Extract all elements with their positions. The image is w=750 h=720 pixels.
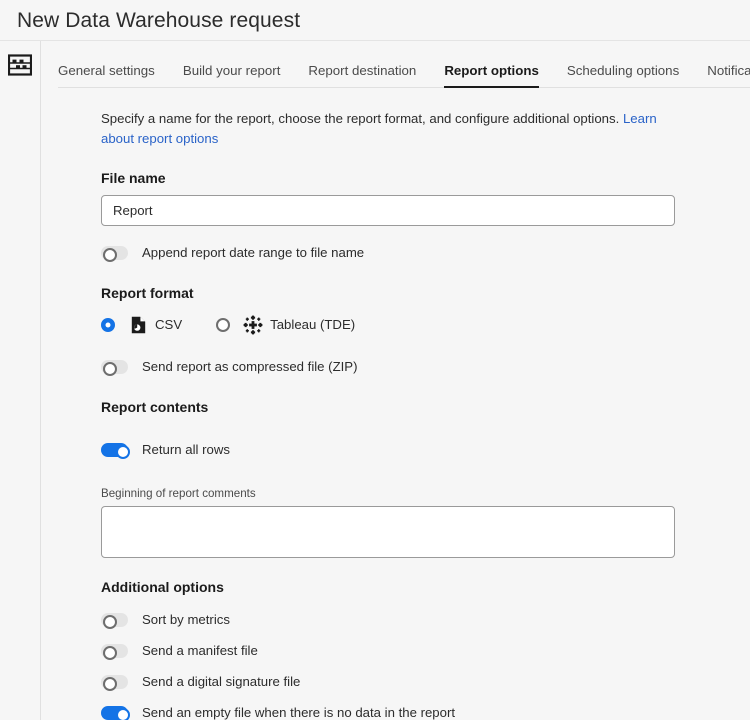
send-empty-file-toggle[interactable] xyxy=(101,706,128,720)
csv-radio-button[interactable] xyxy=(101,318,115,332)
file-name-input[interactable] xyxy=(101,195,675,226)
report-format-heading: Report format xyxy=(101,285,750,301)
report-options-panel: Specify a name for the report, choose th… xyxy=(41,88,750,720)
app-shell: General settings Build your report Repor… xyxy=(0,41,750,720)
tab-bar: General settings Build your report Repor… xyxy=(41,41,750,88)
abacus-icon[interactable] xyxy=(7,53,33,77)
sort-by-metrics-label: Sort by metrics xyxy=(142,613,230,626)
additional-options-heading: Additional options xyxy=(101,579,750,595)
tableau-icon xyxy=(243,314,263,336)
panel-description: Specify a name for the report, choose th… xyxy=(101,109,673,149)
send-empty-file-toggle-row[interactable]: Send an empty file when there is no data… xyxy=(101,702,750,720)
sort-by-metrics-toggle[interactable] xyxy=(101,613,128,627)
window-titlebar: New Data Warehouse request xyxy=(0,0,750,41)
tab-general-settings[interactable]: General settings xyxy=(58,64,155,88)
csv-label: CSV xyxy=(155,318,182,331)
toggle-knob xyxy=(103,646,117,660)
compressed-zip-toggle-row[interactable]: Send report as compressed file (ZIP) xyxy=(101,356,750,378)
toggle-knob xyxy=(116,708,130,720)
report-format-option-csv[interactable]: CSV xyxy=(101,314,182,336)
page-title: New Data Warehouse request xyxy=(17,10,300,31)
send-digital-signature-toggle-row[interactable]: Send a digital signature file xyxy=(101,671,750,693)
report-format-radio-group: CSV xyxy=(101,313,750,337)
toggle-knob xyxy=(103,248,117,262)
toggle-knob xyxy=(103,677,117,691)
toggle-knob xyxy=(116,445,130,459)
return-all-rows-toggle[interactable] xyxy=(101,443,128,457)
report-contents-heading: Report contents xyxy=(101,399,750,415)
left-rail xyxy=(0,41,41,720)
file-name-heading: File name xyxy=(101,170,750,186)
sort-by-metrics-toggle-row[interactable]: Sort by metrics xyxy=(101,609,750,631)
panel-description-text: Specify a name for the report, choose th… xyxy=(101,111,623,126)
send-digital-signature-toggle[interactable] xyxy=(101,675,128,689)
return-all-rows-label: Return all rows xyxy=(142,443,230,456)
append-date-range-toggle-row[interactable]: Append report date range to file name xyxy=(101,242,750,264)
toggle-knob xyxy=(103,362,117,376)
report-comments-label: Beginning of report comments xyxy=(101,487,750,500)
send-manifest-file-toggle-row[interactable]: Send a manifest file xyxy=(101,640,750,662)
append-date-range-label: Append report date range to file name xyxy=(142,246,364,259)
compressed-zip-label: Send report as compressed file (ZIP) xyxy=(142,360,357,373)
tab-build-your-report[interactable]: Build your report xyxy=(183,64,281,88)
append-date-range-toggle[interactable] xyxy=(101,246,128,260)
tab-report-options[interactable]: Report options xyxy=(444,64,539,88)
toggle-knob xyxy=(103,615,117,629)
send-manifest-file-label: Send a manifest file xyxy=(142,644,258,657)
tableau-label: Tableau (TDE) xyxy=(270,318,355,331)
tab-scheduling-options[interactable]: Scheduling options xyxy=(567,64,679,88)
send-digital-signature-label: Send a digital signature file xyxy=(142,675,300,688)
report-comments-textarea[interactable] xyxy=(101,506,675,558)
tab-notification-email[interactable]: Notification email xyxy=(707,64,750,88)
report-format-option-tableau[interactable]: Tableau (TDE) xyxy=(216,314,355,336)
return-all-rows-toggle-row[interactable]: Return all rows xyxy=(101,439,750,461)
send-manifest-file-toggle[interactable] xyxy=(101,644,128,658)
main-column: General settings Build your report Repor… xyxy=(41,41,750,720)
send-empty-file-label: Send an empty file when there is no data… xyxy=(142,706,455,719)
tableau-radio-button[interactable] xyxy=(216,318,230,332)
csv-file-icon xyxy=(128,314,148,336)
tab-report-destination[interactable]: Report destination xyxy=(308,64,416,88)
compressed-zip-toggle[interactable] xyxy=(101,360,128,374)
